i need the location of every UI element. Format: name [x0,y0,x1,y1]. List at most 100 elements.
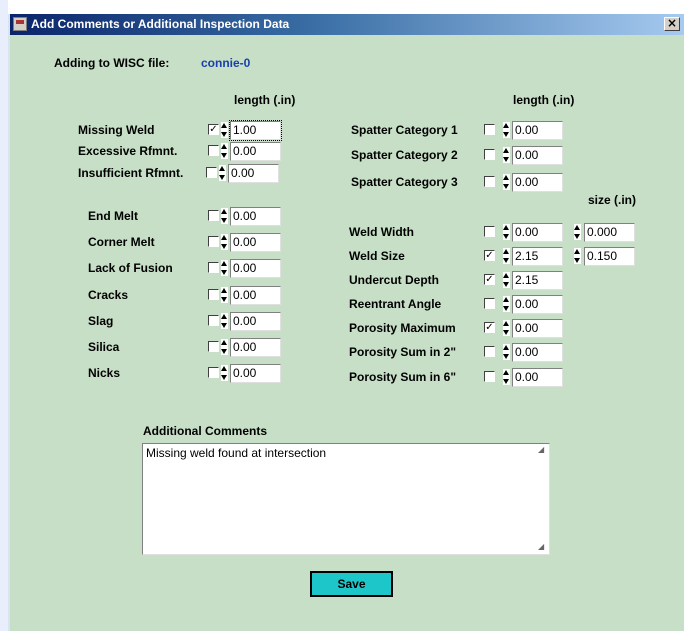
weld-width-length-input[interactable]: 0.00 [512,223,563,242]
nicks-label: Nicks [88,366,121,380]
excessive-rfmnt-spinner-icon[interactable] [221,143,228,159]
desktop-background [0,0,8,631]
spatter-category-1-label: Spatter Category 1 [351,123,458,137]
nicks-length-input[interactable]: 0.00 [230,364,281,383]
porosity-maximum-checkbox[interactable]: ✓ [484,322,495,333]
weld-size-size-input[interactable]: 0.150 [584,247,635,266]
corner-melt-spinner-icon[interactable] [221,234,228,250]
porosity-maximum-label: Porosity Maximum [349,321,456,335]
slag-spinner-icon[interactable] [221,313,228,329]
reentrant-angle-label: Reentrant Angle [349,297,442,311]
spatter-category-1-length-input[interactable]: 0.00 [512,121,563,140]
excessive-rfmnt-checkbox[interactable] [208,145,219,156]
missing-weld-length-input[interactable]: 1.00 [229,120,282,141]
porosity-sum-in-2-label: Porosity Sum in 2" [349,345,457,359]
spatter-category-2-length-input[interactable]: 0.00 [512,146,563,165]
excessive-rfmnt-label: Excessive Rfmnt. [78,144,178,158]
reentrant-angle-length-input[interactable]: 0.00 [512,295,563,314]
spatter-category-1-checkbox[interactable] [484,124,495,135]
slag-length-input[interactable]: 0.00 [230,312,281,331]
title-bar[interactable]: Add Comments or Additional Inspection Da… [10,14,684,35]
cracks-spinner-icon[interactable] [221,287,228,303]
cracks-length-input[interactable]: 0.00 [230,286,281,305]
corner-melt-label: Corner Melt [88,235,155,249]
silica-checkbox[interactable] [208,341,219,352]
app-icon [13,17,27,31]
weld-size-size-spinner-icon[interactable] [574,248,581,264]
cracks-label: Cracks [88,288,129,302]
spatter-category-3-length-input[interactable]: 0.00 [512,173,563,192]
lack-of-fusion-length-input[interactable]: 0.00 [230,259,281,278]
spatter-category-3-spinner-icon[interactable] [503,174,510,190]
spatter-category-1-spinner-icon[interactable] [503,122,510,138]
file-label: Adding to WISC file: [54,56,170,70]
weld-size-checkbox[interactable]: ✓ [484,250,495,261]
insufficient-rfmnt-checkbox[interactable] [206,167,217,178]
corner-melt-length-input[interactable]: 0.00 [230,233,281,252]
nicks-checkbox[interactable] [208,367,219,378]
porosity-sum-in-6-checkbox[interactable] [484,371,495,382]
end-melt-label: End Melt [88,209,138,223]
insufficient-rfmnt-length-input[interactable]: 0.00 [228,164,279,183]
undercut-depth-length-input[interactable]: 2.15 [512,271,563,290]
length-header-right: length (.in) [513,93,575,107]
undercut-depth-checkbox[interactable]: ✓ [484,274,495,285]
close-button[interactable]: × [664,17,680,31]
missing-weld-checkbox[interactable]: ✓ [208,124,219,135]
save-button[interactable]: Save [310,571,393,597]
missing-weld-spinner-icon[interactable] [221,122,228,138]
porosity-sum-in-2-checkbox[interactable] [484,346,495,357]
scroll-down-icon[interactable]: ◢ [538,542,547,551]
slag-checkbox[interactable] [208,315,219,326]
porosity-maximum-spinner-icon[interactable] [503,320,510,336]
porosity-sum-in-6-length-input[interactable]: 0.00 [512,368,563,387]
missing-weld-label: Missing Weld [78,123,155,137]
end-melt-checkbox[interactable] [208,210,219,221]
file-name: connie-0 [201,56,251,70]
reentrant-angle-spinner-icon[interactable] [503,296,510,312]
length-header-left: length (.in) [234,93,296,107]
comments-text: Missing weld found at intersection [146,446,327,460]
window-title: Add Comments or Additional Inspection Da… [31,17,290,31]
weld-width-checkbox[interactable] [484,226,495,237]
porosity-sum-in-6-spinner-icon[interactable] [503,369,510,385]
lack-of-fusion-label: Lack of Fusion [88,261,173,275]
lack-of-fusion-checkbox[interactable] [208,262,219,273]
weld-size-label: Weld Size [349,249,405,263]
undercut-depth-spinner-icon[interactable] [503,272,510,288]
spatter-category-3-checkbox[interactable] [484,176,495,187]
weld-size-length-input[interactable]: 2.15 [512,247,563,266]
silica-label: Silica [88,340,120,354]
weld-width-spinner-icon[interactable] [503,224,510,240]
insufficient-rfmnt-spinner-icon[interactable] [219,165,226,181]
spatter-category-2-spinner-icon[interactable] [503,147,510,163]
porosity-sum-in-2-length-input[interactable]: 0.00 [512,343,563,362]
silica-length-input[interactable]: 0.00 [230,338,281,357]
corner-melt-checkbox[interactable] [208,236,219,247]
inspection-dialog: Add Comments or Additional Inspection Da… [8,14,684,631]
weld-width-size-spinner-icon[interactable] [574,224,581,240]
lack-of-fusion-spinner-icon[interactable] [221,260,228,276]
weld-width-size-input[interactable]: 0.000 [584,223,635,242]
weld-width-label: Weld Width [349,225,414,239]
porosity-sum-in-6-label: Porosity Sum in 6" [349,370,457,384]
cracks-checkbox[interactable] [208,289,219,300]
scroll-up-icon[interactable]: ◢ [538,445,547,454]
end-melt-length-input[interactable]: 0.00 [230,207,281,226]
end-melt-spinner-icon[interactable] [221,208,228,224]
silica-spinner-icon[interactable] [221,339,228,355]
weld-size-spinner-icon[interactable] [503,248,510,264]
porosity-maximum-length-input[interactable]: 0.00 [512,319,563,338]
additional-comments-textarea[interactable]: Missing weld found at intersection ◢ ◢ [142,443,550,555]
porosity-sum-in-2-spinner-icon[interactable] [503,344,510,360]
spatter-category-2-label: Spatter Category 2 [351,148,458,162]
slag-label: Slag [88,314,114,328]
undercut-depth-label: Undercut Depth [349,273,439,287]
reentrant-angle-checkbox[interactable] [484,298,495,309]
size-header: size (.in) [588,193,637,207]
spatter-category-3-label: Spatter Category 3 [351,175,458,189]
nicks-spinner-icon[interactable] [221,365,228,381]
additional-comments-label: Additional Comments [143,424,268,438]
excessive-rfmnt-length-input[interactable]: 0.00 [230,142,281,161]
spatter-category-2-checkbox[interactable] [484,149,495,160]
